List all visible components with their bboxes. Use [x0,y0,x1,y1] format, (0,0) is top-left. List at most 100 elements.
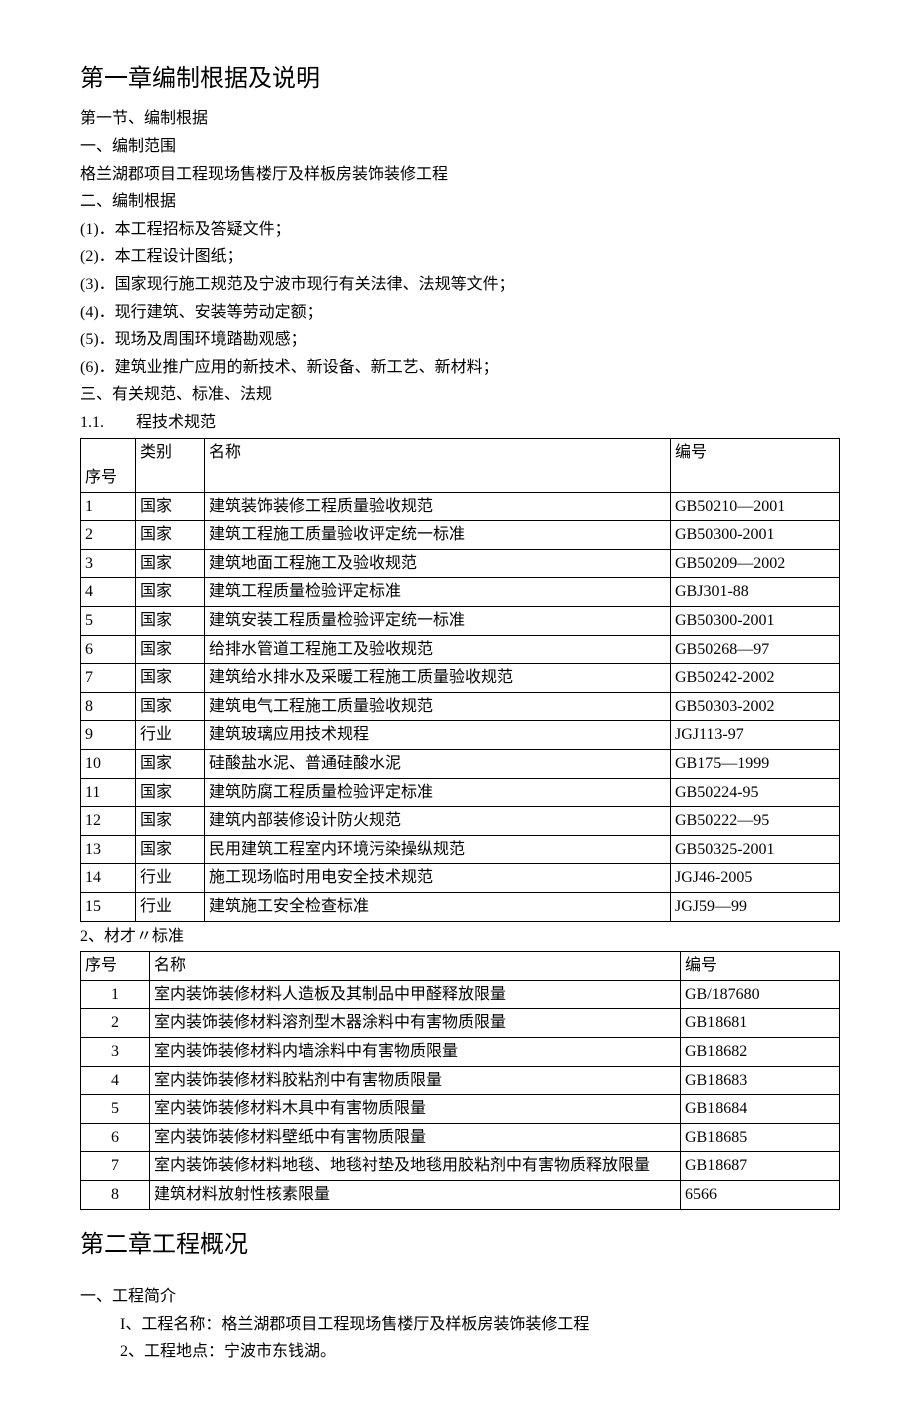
chapter2-part1-title: 一、工程简介 [80,1284,840,1310]
cell-code: JGJ46-2005 [671,864,840,893]
table-row: 3国家建筑地面工程施工及验收规范GB50209—2002 [81,549,840,578]
cell-code: GB50210—2001 [671,492,840,521]
cell-code: GB50268—97 [671,635,840,664]
cell-name: 建筑材料放射性核素限量 [150,1180,681,1209]
table-row: 1国家建筑装饰装修工程质量验收规范GB50210—2001 [81,492,840,521]
cell-seq: 11 [81,778,136,807]
cell-seq: 8 [81,692,136,721]
cell-code: 6566 [681,1180,840,1209]
section1-title: 第一节、编制根据 [80,106,840,132]
cell-name: 建筑电气工程施工质量验收规范 [205,692,671,721]
cell-name: 施工现场临时用电安全技术规范 [205,864,671,893]
cell-cat: 国家 [136,578,205,607]
cell-seq: 13 [81,835,136,864]
cell-code: GB18684 [681,1095,840,1124]
table-row: 7国家建筑给水排水及采暖工程施工质量验收规范GB50242-2002 [81,664,840,693]
cell-code: JGJ59—99 [671,893,840,922]
chapter2-item: I、工程名称：格兰湖郡项目工程现场售楼厅及样板房装饰装修工程 [80,1312,840,1338]
table-row: 7室内装饰装修材料地毯、地毯衬垫及地毯用胶粘剂中有害物质释放限量GB18687 [81,1152,840,1181]
cell-code: GB18685 [681,1123,840,1152]
cell-seq: 4 [81,1066,150,1095]
table-row: 13国家民用建筑工程室内环境污染操纵规范GB50325-2001 [81,835,840,864]
cell-name: 室内装饰装修材料壁纸中有害物质限量 [150,1123,681,1152]
cell-seq: 5 [81,607,136,636]
cell-code: GB50300-2001 [671,521,840,550]
cell-seq: 15 [81,893,136,922]
table-row: 6国家给排水管道工程施工及验收规范GB50268—97 [81,635,840,664]
table-row: 2国家建筑工程施工质量验收评定统一标准GB50300-2001 [81,521,840,550]
header-code: 编号 [681,952,840,981]
basis-item: (6)．建筑业推广应用的新技术、新设备、新工艺、新材料； [80,355,840,381]
cell-name: 建筑玻璃应用技术规程 [205,721,671,750]
header-name: 名称 [150,952,681,981]
header-code: 编号 [671,438,840,492]
cell-cat: 国家 [136,521,205,550]
cell-seq: 5 [81,1095,150,1124]
cell-name: 建筑工程质量检验评定标准 [205,578,671,607]
table-row: 4国家建筑工程质量检验评定标准GBJ301-88 [81,578,840,607]
table-row: 5室内装饰装修材料木具中有害物质限量GB18684 [81,1095,840,1124]
cell-cat: 国家 [136,607,205,636]
table-row: 14行业施工现场临时用电安全技术规范JGJ46-2005 [81,864,840,893]
cell-name: 硅酸盐水泥、普通硅酸水泥 [205,750,671,779]
cell-name: 室内装饰装修材料内墙涂料中有害物质限量 [150,1037,681,1066]
table-row: 8建筑材料放射性核素限量6566 [81,1180,840,1209]
part1-body: 格兰湖郡项目工程现场售楼厅及样板房装饰装修工程 [80,162,840,188]
cell-code: GB/187680 [681,980,840,1009]
basis-list: (1)．本工程招标及答疑文件；(2)．本工程设计图纸；(3)．国家现行施工规范及… [80,217,840,381]
material-heading: 2、材才〃标准 [80,924,840,950]
cell-code: JGJ113-97 [671,721,840,750]
cell-seq: 4 [81,578,136,607]
cell-name: 室内装饰装修材料木具中有害物质限量 [150,1095,681,1124]
cell-name: 建筑给水排水及采暖工程施工质量验收规范 [205,664,671,693]
cell-seq: 3 [81,1037,150,1066]
cell-cat: 国家 [136,750,205,779]
cell-cat: 国家 [136,807,205,836]
header-seq-label: 序号 [85,469,117,486]
cell-seq: 1 [81,980,150,1009]
table-row: 6室内装饰装修材料壁纸中有害物质限量GB18685 [81,1123,840,1152]
chapter1-title: 第一章编制根据及说明 [80,60,840,98]
table-row: 5国家建筑安装工程质量检验评定统一标准GB50300-2001 [81,607,840,636]
header-seq: 序号 [81,438,136,492]
cell-name: 建筑内部装修设计防火规范 [205,807,671,836]
cell-seq: 6 [81,635,136,664]
table-row: 1室内装饰装修材料人造板及其制品中甲醛释放限量GB/187680 [81,980,840,1009]
header-cat: 类别 [136,438,205,492]
cell-name: 建筑安装工程质量检验评定统一标准 [205,607,671,636]
material-table: 序号名称编号1室内装饰装修材料人造板及其制品中甲醛释放限量GB/1876802室… [80,951,840,1209]
cell-seq: 2 [81,521,136,550]
cell-seq: 10 [81,750,136,779]
table-row: 9行业建筑玻璃应用技术规程JGJ113-97 [81,721,840,750]
cell-cat: 行业 [136,893,205,922]
table-row: 10国家硅酸盐水泥、普通硅酸水泥GB175—1999 [81,750,840,779]
cell-seq: 6 [81,1123,150,1152]
cell-code: GB50300-2001 [671,607,840,636]
part2-title: 二、编制根据 [80,189,840,215]
cell-code: GB50222—95 [671,807,840,836]
table-header-row: 序号类别名称编号 [81,438,840,492]
basis-item: (2)．本工程设计图纸； [80,244,840,270]
cell-code: GB18683 [681,1066,840,1095]
cell-seq: 9 [81,721,136,750]
basis-item: (3)．国家现行施工规范及宁波市现行有关法律、法规等文件； [80,272,840,298]
cell-name: 建筑装饰装修工程质量验收规范 [205,492,671,521]
cell-name: 建筑地面工程施工及验收规范 [205,549,671,578]
header-seq: 序号 [81,952,150,981]
cell-code: GBJ301-88 [671,578,840,607]
cell-seq: 7 [81,664,136,693]
cell-cat: 国家 [136,692,205,721]
cell-name: 民用建筑工程室内环境污染操纵规范 [205,835,671,864]
cell-cat: 行业 [136,721,205,750]
cell-name: 室内装饰装修材料地毯、地毯衬垫及地毯用胶粘剂中有害物质释放限量 [150,1152,681,1181]
spec-table: 序号类别名称编号1国家建筑装饰装修工程质量验收规范GB50210—20012国家… [80,438,840,922]
cell-code: GB18682 [681,1037,840,1066]
cell-seq: 2 [81,1009,150,1038]
cell-code: GB50325-2001 [671,835,840,864]
basis-item: (1)．本工程招标及答疑文件； [80,217,840,243]
cell-code: GB50209—2002 [671,549,840,578]
cell-code: GB50242-2002 [671,664,840,693]
table-header-row: 序号名称编号 [81,952,840,981]
cell-code: GB50224-95 [671,778,840,807]
chapter2-title: 第二章工程概况 [80,1226,840,1264]
